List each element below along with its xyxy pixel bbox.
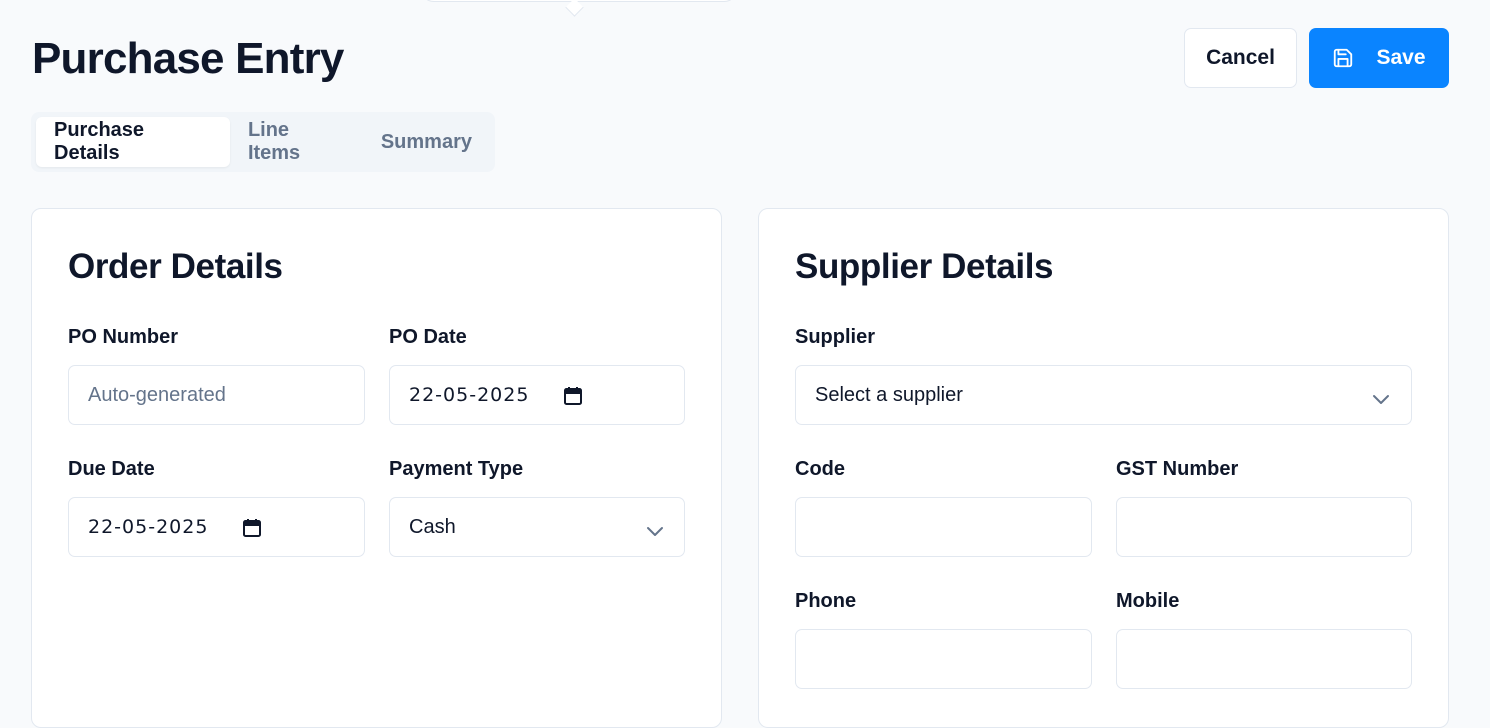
tooltip-popover: [420, 0, 738, 2]
po-date-input[interactable]: 22-05-2025: [389, 365, 685, 425]
payment-type-select[interactable]: Cash: [389, 497, 685, 557]
phone-label: Phone: [795, 590, 857, 612]
po-number-placeholder: Auto-generated: [88, 383, 226, 406]
gst-number-input[interactable]: [1116, 497, 1412, 557]
supplier-select[interactable]: Select a supplier: [795, 365, 1412, 425]
mobile-label: Mobile: [1116, 590, 1180, 612]
supplier-details-title: Supplier Details: [795, 247, 1054, 286]
tab-purchase-details[interactable]: Purchase Details: [36, 117, 230, 167]
supplier-label: Supplier: [795, 326, 876, 348]
phone-input[interactable]: [795, 629, 1092, 689]
calendar-icon[interactable]: [242, 518, 262, 544]
code-input[interactable]: [795, 497, 1092, 557]
payment-type-value: Cash: [409, 515, 456, 538]
tab-list: Purchase Details Line Items Summary: [31, 112, 495, 172]
due-date-input[interactable]: 22-05-2025: [68, 497, 365, 557]
mobile-input[interactable]: [1116, 629, 1412, 689]
page-title: Purchase Entry: [32, 34, 344, 83]
cancel-button[interactable]: Cancel: [1184, 28, 1297, 88]
payment-type-label: Payment Type: [389, 458, 524, 480]
po-number-label: PO Number: [68, 326, 179, 348]
due-date-value: 22-05-2025: [88, 516, 209, 538]
chevron-down-icon: [1372, 389, 1390, 412]
supplier-value: Select a supplier: [815, 383, 963, 406]
order-details-title: Order Details: [68, 247, 283, 286]
po-date-value: 22-05-2025: [409, 384, 530, 406]
po-date-label: PO Date: [389, 326, 467, 348]
tab-summary[interactable]: Summary: [363, 117, 490, 167]
gst-number-label: GST Number: [1116, 458, 1239, 480]
due-date-label: Due Date: [68, 458, 155, 480]
save-button-label: Save: [1376, 46, 1426, 69]
chevron-down-icon: [646, 521, 664, 544]
order-details-card: Order Details PO Number Auto-generated P…: [31, 208, 722, 728]
calendar-icon[interactable]: [563, 386, 583, 412]
tab-line-items[interactable]: Line Items: [230, 117, 363, 167]
code-label: Code: [795, 458, 845, 480]
po-number-input[interactable]: Auto-generated: [68, 365, 365, 425]
supplier-details-card: Supplier Details Supplier Select a suppl…: [758, 208, 1449, 728]
save-button[interactable]: Save: [1309, 28, 1449, 88]
save-icon: [1332, 47, 1354, 69]
